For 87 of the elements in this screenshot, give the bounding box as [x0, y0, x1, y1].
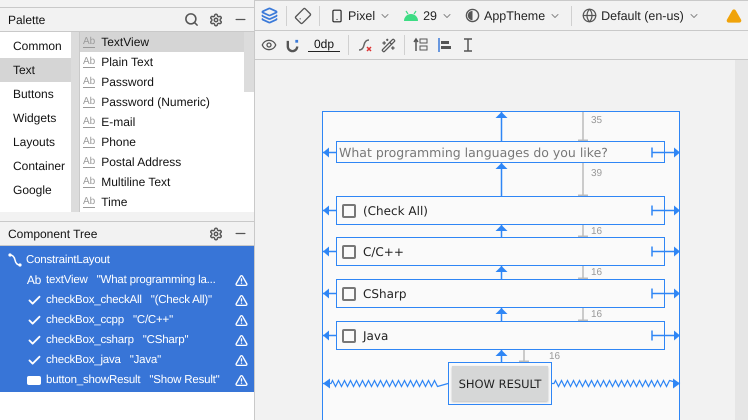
- margin-indicator: [577, 308, 589, 321]
- component-id: checkBox_java: [46, 354, 121, 366]
- item-label: Postal Address: [101, 155, 182, 169]
- pack-icon[interactable]: [413, 37, 430, 53]
- component-id: textView: [46, 274, 88, 286]
- margin-indicator: [577, 225, 589, 237]
- item-label: E-mail: [101, 115, 136, 129]
- layers-icon[interactable]: [261, 7, 278, 24]
- theme-dropdown[interactable]: AppTheme: [463, 6, 564, 25]
- palette-category[interactable]: Container: [0, 154, 71, 178]
- palette-item[interactable]: Ab Plain Text: [80, 52, 244, 72]
- question-text: What programming languages do you like?: [339, 144, 608, 160]
- panel-title: Component Tree: [8, 226, 98, 240]
- magnet-icon[interactable]: [285, 38, 300, 52]
- checkbox-label: CSharp: [363, 286, 407, 300]
- palette-category[interactable]: Layouts: [0, 130, 71, 154]
- palette-category[interactable]: Common: [0, 34, 71, 58]
- palette-item[interactable]: Ab Time: [80, 192, 244, 212]
- item-label: Password: [101, 75, 154, 89]
- margin-indicator: [518, 350, 530, 362]
- component-id: checkBox_ccpp: [46, 314, 124, 326]
- default-margin-control[interactable]: 0dp: [308, 38, 340, 52]
- margin-value: 16: [591, 226, 602, 237]
- margin-value: 35: [591, 114, 602, 126]
- checkbox[interactable]: [342, 204, 356, 218]
- phone-icon: [330, 8, 344, 22]
- component-text: "What programming la...: [96, 274, 217, 286]
- checkbox[interactable]: [342, 244, 356, 258]
- component-text: "Java": [130, 354, 162, 366]
- item-label: Password (Numeric): [101, 95, 210, 109]
- palette-item[interactable]: Ab Password: [80, 72, 244, 92]
- api-level-dropdown[interactable]: 29: [401, 6, 455, 24]
- item-label: Multiline Text: [101, 175, 170, 189]
- android-icon: [403, 10, 420, 21]
- text-view-icon: Ab: [26, 273, 42, 287]
- component-id: checkBox_csharp: [46, 334, 134, 346]
- checkbox[interactable]: [342, 328, 356, 342]
- palette-item[interactable]: Ab E-mail: [80, 112, 244, 132]
- palette-item[interactable]: Ab Phone: [80, 132, 244, 152]
- margin-indicator: [577, 266, 589, 279]
- margin-value: 16: [591, 309, 602, 320]
- component-id: button_showResult: [46, 374, 140, 386]
- palette-category[interactable]: Widgets: [0, 106, 71, 130]
- checkbox-label: C/C++: [363, 244, 404, 258]
- checkbox-label: Java: [363, 328, 388, 342]
- margin-indicator: [577, 163, 589, 196]
- margin-indicator: [577, 112, 589, 141]
- palette-category[interactable]: Buttons: [0, 82, 71, 106]
- constraint-layout-icon: [8, 253, 22, 267]
- settings-icon[interactable]: [209, 226, 223, 240]
- margin-value: 39: [591, 168, 602, 178]
- button-icon: [26, 376, 42, 384]
- palette-item[interactable]: Ab Password (Numeric): [80, 92, 244, 112]
- show-result-button[interactable]: SHOW RESULT: [452, 366, 548, 401]
- scrollbar[interactable]: [735, 60, 748, 420]
- component-text: "Show Result": [149, 374, 221, 386]
- palette-item[interactable]: Ab Postal Address: [80, 152, 244, 172]
- panel-title: Palette: [8, 12, 46, 26]
- component-text: "(Check All)": [150, 294, 213, 306]
- globe-icon: [582, 8, 598, 23]
- palette-item[interactable]: Ab TextView: [80, 32, 244, 52]
- palette-category[interactable]: Google: [0, 178, 71, 202]
- theme-icon: [465, 8, 480, 23]
- clear-constraints-icon[interactable]: [357, 37, 374, 53]
- eye-icon[interactable]: [261, 37, 277, 53]
- scrollbar[interactable]: [244, 32, 254, 92]
- component-id: checkBox_checkAll: [46, 294, 142, 306]
- settings-icon[interactable]: [209, 12, 223, 26]
- search-icon[interactable]: [184, 12, 199, 27]
- device-dropdown[interactable]: Pixel: [328, 6, 394, 24]
- palette-category[interactable]: Text: [0, 58, 71, 82]
- item-label: Phone: [101, 135, 136, 149]
- rotate-icon[interactable]: [295, 8, 311, 24]
- component-text: "C/C++": [132, 314, 174, 326]
- item-label: TextView: [101, 35, 150, 49]
- magic-wand-icon[interactable]: [381, 38, 396, 52]
- item-label: Plain Text: [101, 55, 154, 69]
- align-icon[interactable]: [437, 37, 454, 53]
- margin-value: 16: [591, 267, 602, 278]
- checkbox[interactable]: [342, 286, 356, 300]
- scrollbar[interactable]: [71, 32, 79, 212]
- palette-item[interactable]: Ab Multiline Text: [80, 172, 244, 192]
- locale-dropdown[interactable]: Default (en-us): [580, 6, 702, 25]
- item-label: Time: [101, 195, 128, 209]
- checkbox-label: (Check All): [363, 204, 428, 218]
- component-text: "CSharp": [142, 334, 190, 346]
- margin-value: 16: [549, 351, 560, 362]
